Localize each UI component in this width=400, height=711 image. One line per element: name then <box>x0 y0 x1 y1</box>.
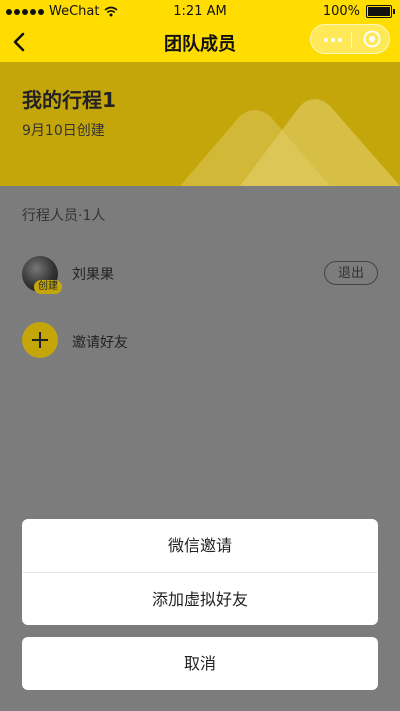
member-count: 行程人员·1人 <box>22 208 106 224</box>
members-section: 行程人员·1人 创建 刘果果 退出 邀请好友 <box>0 186 400 711</box>
more-icon[interactable] <box>319 25 351 55</box>
nav-bar: 团队成员 <box>0 22 400 62</box>
member-row: 创建 刘果果 退出 <box>0 246 400 302</box>
cancel-button[interactable]: 取消 <box>22 637 378 690</box>
action-sheet: 微信邀请 添加虚拟好友 <box>22 519 378 625</box>
capsule-divider <box>351 32 352 48</box>
battery-percent: 100% <box>322 4 360 19</box>
battery-icon <box>366 5 395 18</box>
wechat-invite-option[interactable]: 微信邀请 <box>22 519 378 572</box>
trip-title: 我的行程1 <box>22 88 116 112</box>
invite-friend-row[interactable]: 邀请好友 <box>0 322 400 364</box>
plus-icon[interactable] <box>22 322 58 358</box>
mountain-icon <box>180 99 400 186</box>
trip-header: 我的行程1 9月10日创建 <box>0 62 400 186</box>
member-name: 刘果果 <box>72 267 114 283</box>
trip-created-date: 9月10日创建 <box>22 123 105 139</box>
mini-program-capsule <box>310 24 390 54</box>
invite-friend-label: 邀请好友 <box>72 335 128 351</box>
status-right: 100% <box>322 4 395 19</box>
add-virtual-friend-option[interactable]: 添加虚拟好友 <box>22 572 378 625</box>
quit-button[interactable]: 退出 <box>324 261 378 285</box>
close-mini-program-icon[interactable] <box>363 30 381 48</box>
creator-badge: 创建 <box>34 280 62 294</box>
status-bar: WeChat 1:21 AM 100% <box>0 0 400 22</box>
